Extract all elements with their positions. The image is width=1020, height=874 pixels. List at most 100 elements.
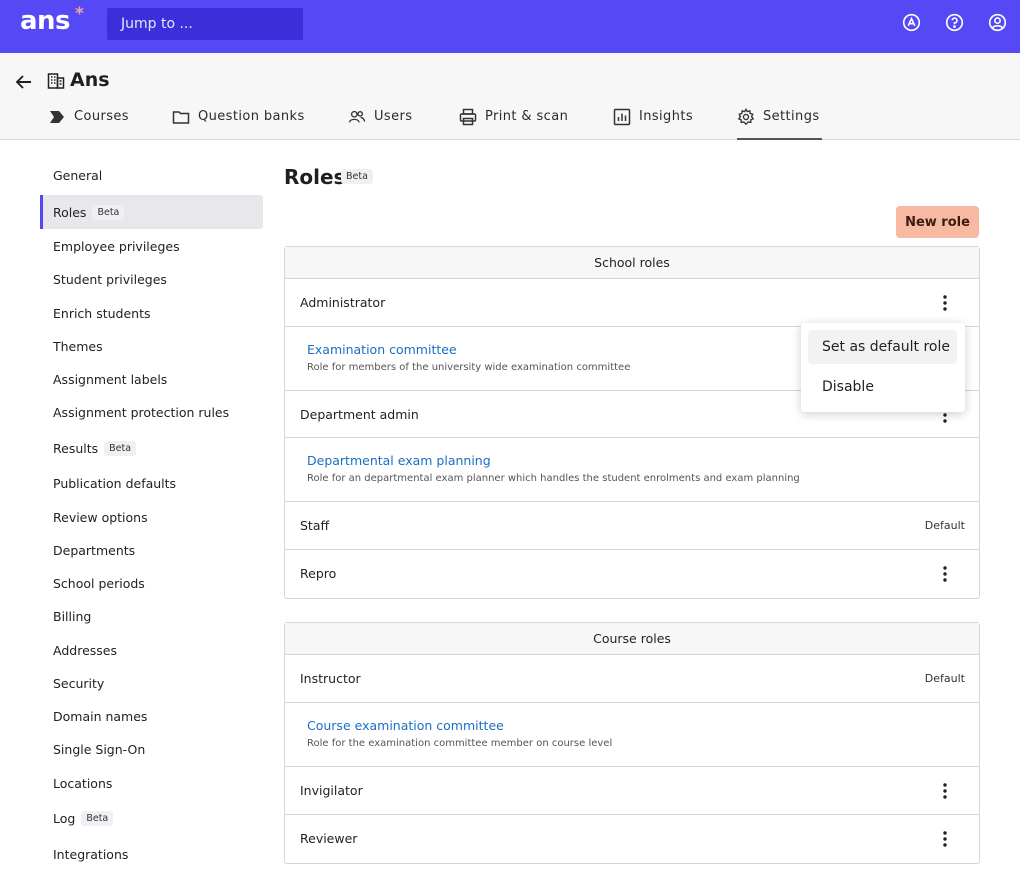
app-logo[interactable]: ans [20,6,71,36]
logo-mark: * [75,4,84,24]
sidebar-item-employee-privileges[interactable]: Employee privileges [40,229,263,263]
role-row-instructor[interactable]: Instructor Default [285,655,979,703]
sidebar-item-label: Addresses [53,642,117,658]
role-name: Invigilator [300,783,363,798]
role-description: Role for an departmental exam planner wh… [307,473,800,484]
role-link[interactable]: Course examination committee [307,718,504,733]
page-header: Ans Courses Question banks Users Print &… [0,53,1020,140]
sidebar-item-general[interactable]: General [40,158,263,192]
more-options-icon[interactable] [935,564,955,584]
chart-icon [613,108,631,126]
sidebar-item-label: Review options [53,509,148,525]
tab-settings[interactable]: Settings [737,106,822,140]
tab-label: Courses [74,109,129,124]
sidebar-item-label: Departments [53,542,136,558]
tab-label: Users [374,109,413,124]
tab-label: Question banks [198,109,305,124]
disable-role-option[interactable]: Disable [808,370,957,404]
sidebar-item-school-periods[interactable]: School periods [40,566,263,600]
default-tag: Default [924,519,965,532]
jump-to-input[interactable]: Jump to ... [107,8,303,40]
sidebar-item-label: Themes [53,338,103,354]
beta-badge: Beta [104,440,137,456]
more-options-icon[interactable] [935,781,955,801]
sidebar-item-label: General [53,167,103,183]
sidebar-item-review-options[interactable]: Review options [40,500,263,534]
tab-print-scan[interactable]: Print & scan [459,106,568,140]
account-icon[interactable] [988,13,1007,32]
back-arrow-icon[interactable] [14,72,34,92]
sidebar-item-security[interactable]: Security [40,666,263,700]
sidebar-item-enrich-students[interactable]: Enrich students [40,296,263,330]
sidebar-item-label: Log [53,810,76,826]
beta-badge: Beta [92,204,125,220]
new-role-button[interactable]: New role [896,206,979,238]
role-row-administrator[interactable]: Administrator [285,279,979,327]
sidebar-item-assignment-protection-rules[interactable]: Assignment protection rules [40,395,263,429]
role-row-departmental-exam-planning[interactable]: Departmental exam planning Role for an d… [285,438,979,502]
sidebar-item-billing[interactable]: Billing [40,599,263,633]
role-name: Department admin [300,407,419,422]
role-row-course-examination-committee[interactable]: Course examination committee Role for th… [285,703,979,767]
panel-heading: Course roles [285,623,979,655]
sidebar-item-results[interactable]: Results Beta [40,431,263,465]
sidebar-item-themes[interactable]: Themes [40,329,263,363]
tab-courses[interactable]: Courses [48,106,129,140]
sidebar-item-log[interactable]: Log Beta [40,801,263,835]
help-icon[interactable] [945,13,964,32]
school-roles-panel: School roles Administrator Examination c… [284,246,980,599]
role-row-repro[interactable]: Repro [285,550,979,598]
role-options-menu: Set as default role Disable [801,323,965,412]
sidebar-item-label: Results [53,440,99,456]
role-link[interactable]: Departmental exam planning [307,453,491,468]
sidebar-item-label: Student privileges [53,271,167,287]
tab-users[interactable]: Users [348,106,412,140]
sidebar-item-assignment-labels[interactable]: Assignment labels [40,362,263,396]
sidebar-item-label: School periods [53,575,145,591]
page-title: Roles [284,165,346,189]
sidebar-item-single-sign-on[interactable]: Single Sign-On [40,732,263,766]
more-options-icon[interactable] [935,293,955,313]
tab-insights[interactable]: Insights [613,106,693,140]
sidebar-item-locations[interactable]: Locations [40,766,263,800]
courses-icon [50,111,64,123]
sidebar-item-label: Roles [53,204,87,220]
tab-question-banks[interactable]: Question banks [172,106,305,140]
main-tabs: Courses Question banks Users Print & sca… [0,106,1020,140]
beta-badge: Beta [81,810,114,826]
notifications-icon[interactable] [902,13,921,32]
folder-icon [172,111,190,124]
sidebar-item-student-privileges[interactable]: Student privileges [40,262,263,296]
role-name: Instructor [300,671,361,686]
sidebar-item-departments[interactable]: Departments [40,533,263,567]
sidebar-item-publication-defaults[interactable]: Publication defaults [40,466,263,500]
panel-heading: School roles [285,247,979,279]
role-row-invigilator[interactable]: Invigilator [285,767,979,815]
role-name: Staff [300,518,330,533]
course-roles-panel: Course roles Instructor Default Course e… [284,622,980,864]
gear-icon [737,108,755,126]
users-icon [348,110,366,123]
sidebar-item-label: Assignment protection rules [53,404,230,420]
role-name: Reviewer [300,831,358,846]
sidebar-item-roles[interactable]: Roles Beta [40,195,263,229]
role-row-reviewer[interactable]: Reviewer [285,815,979,863]
role-row-staff[interactable]: Staff Default [285,502,979,550]
more-options-icon[interactable] [935,829,955,849]
sidebar-item-domain-names[interactable]: Domain names [40,699,263,733]
sidebar-item-addresses[interactable]: Addresses [40,633,263,667]
role-description: Role for members of the university wide … [307,362,631,373]
role-name: Repro [300,566,337,581]
sidebar-item-label: Assignment labels [53,371,168,387]
sidebar-item-integrations[interactable]: Integrations [40,837,263,871]
sidebar-item-label: Integrations [53,846,129,862]
organization-title: Ans [70,69,110,91]
set-default-role-option[interactable]: Set as default role [808,330,957,364]
sidebar-item-label: Security [53,675,105,691]
role-link[interactable]: Examination committee [307,342,457,357]
role-description: Role for the examination committee membe… [307,738,613,749]
sidebar-item-label: Domain names [53,708,148,724]
sidebar-item-label: Employee privileges [53,238,180,254]
building-icon [47,72,65,90]
sidebar-item-label: Locations [53,775,113,791]
